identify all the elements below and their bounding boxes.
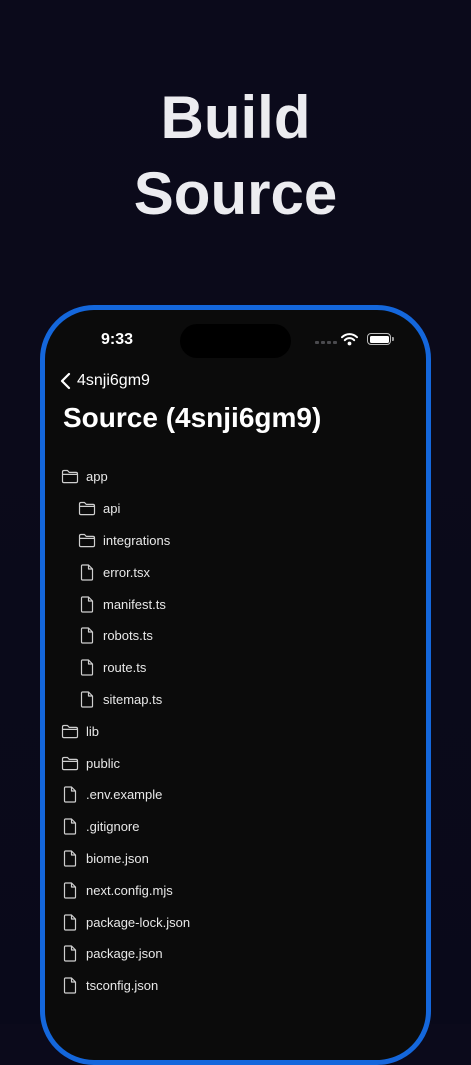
status-bar: 9:33 <box>45 310 426 370</box>
page-title: Source (4snji6gm9) <box>63 402 322 433</box>
tree-item-label: .gitignore <box>86 819 140 835</box>
tree-item-label: package-lock.json <box>86 914 191 930</box>
file-icon <box>60 977 80 995</box>
file-icon <box>60 818 80 836</box>
folder-icon <box>60 754 80 772</box>
file-icon <box>77 690 97 708</box>
tree-item-label: sitemap.ts <box>103 691 163 707</box>
tree-item-label: lib <box>86 723 100 739</box>
status-time: 9:33 <box>101 331 134 348</box>
folder-icon <box>77 500 97 518</box>
tree-item-label: tsconfig.json <box>86 978 159 994</box>
folder-row[interactable]: lib <box>45 715 426 747</box>
file-row[interactable]: next.config.mjs <box>45 874 426 906</box>
tree-item-label: .env.example <box>86 787 163 803</box>
file-icon <box>60 881 80 899</box>
tree-item-label: app <box>86 469 108 485</box>
back-button[interactable]: 4snji6gm9 <box>60 370 150 392</box>
tree-item-label: route.ts <box>103 660 147 676</box>
headline-line-2: Source <box>133 160 338 227</box>
file-row[interactable]: sitemap.ts <box>45 684 426 716</box>
file-icon <box>77 627 97 645</box>
file-row[interactable]: robots.ts <box>45 620 426 652</box>
folder-row[interactable]: integrations <box>45 525 426 557</box>
folder-icon <box>60 722 80 740</box>
file-row[interactable]: route.ts <box>45 652 426 684</box>
file-row[interactable]: .gitignore <box>45 811 426 843</box>
tree-item-label: manifest.ts <box>103 596 166 612</box>
tree-item-label: api <box>103 501 121 517</box>
file-icon <box>60 849 80 867</box>
file-row[interactable]: package-lock.json <box>45 906 426 938</box>
file-row[interactable]: .env.example <box>45 779 426 811</box>
file-icon <box>60 945 80 963</box>
file-row[interactable]: manifest.ts <box>45 588 426 620</box>
folder-row[interactable]: public <box>45 747 426 779</box>
tree-item-label: public <box>86 755 120 771</box>
battery-icon <box>367 333 394 345</box>
file-icon <box>77 659 97 677</box>
marketing-headline: Build Source <box>0 80 471 232</box>
headline-line-1: Build <box>160 84 311 151</box>
file-icon <box>60 913 80 931</box>
tree-item-label: robots.ts <box>103 628 153 644</box>
folder-icon <box>60 468 80 486</box>
tree-item-label: next.config.mjs <box>86 882 173 898</box>
file-tree: app api integrations error.tsx manifest.ts ro… <box>45 461 426 1002</box>
cellular-signal-icon <box>315 341 337 344</box>
tree-item-label: error.tsx <box>103 564 150 580</box>
phone-frame: 9:33 4snji6gm9 Source (4snji6gm9) app api… <box>40 305 431 1065</box>
folder-row[interactable]: app <box>45 461 426 493</box>
back-button-label: 4snji6gm9 <box>77 372 150 389</box>
tree-item-label: biome.json <box>86 850 149 866</box>
dynamic-island <box>180 324 291 358</box>
file-row[interactable]: biome.json <box>45 843 426 875</box>
file-row[interactable]: tsconfig.json <box>45 970 426 1002</box>
file-icon <box>77 563 97 581</box>
file-row[interactable]: error.tsx <box>45 556 426 588</box>
folder-icon <box>77 531 97 549</box>
wifi-icon <box>341 333 358 346</box>
file-icon <box>77 595 97 613</box>
folder-row[interactable]: api <box>45 493 426 525</box>
chevron-left-icon <box>60 372 71 390</box>
tree-item-label: package.json <box>86 946 163 962</box>
file-icon <box>60 786 80 804</box>
tree-item-label: integrations <box>103 532 171 548</box>
file-row[interactable]: package.json <box>45 938 426 970</box>
